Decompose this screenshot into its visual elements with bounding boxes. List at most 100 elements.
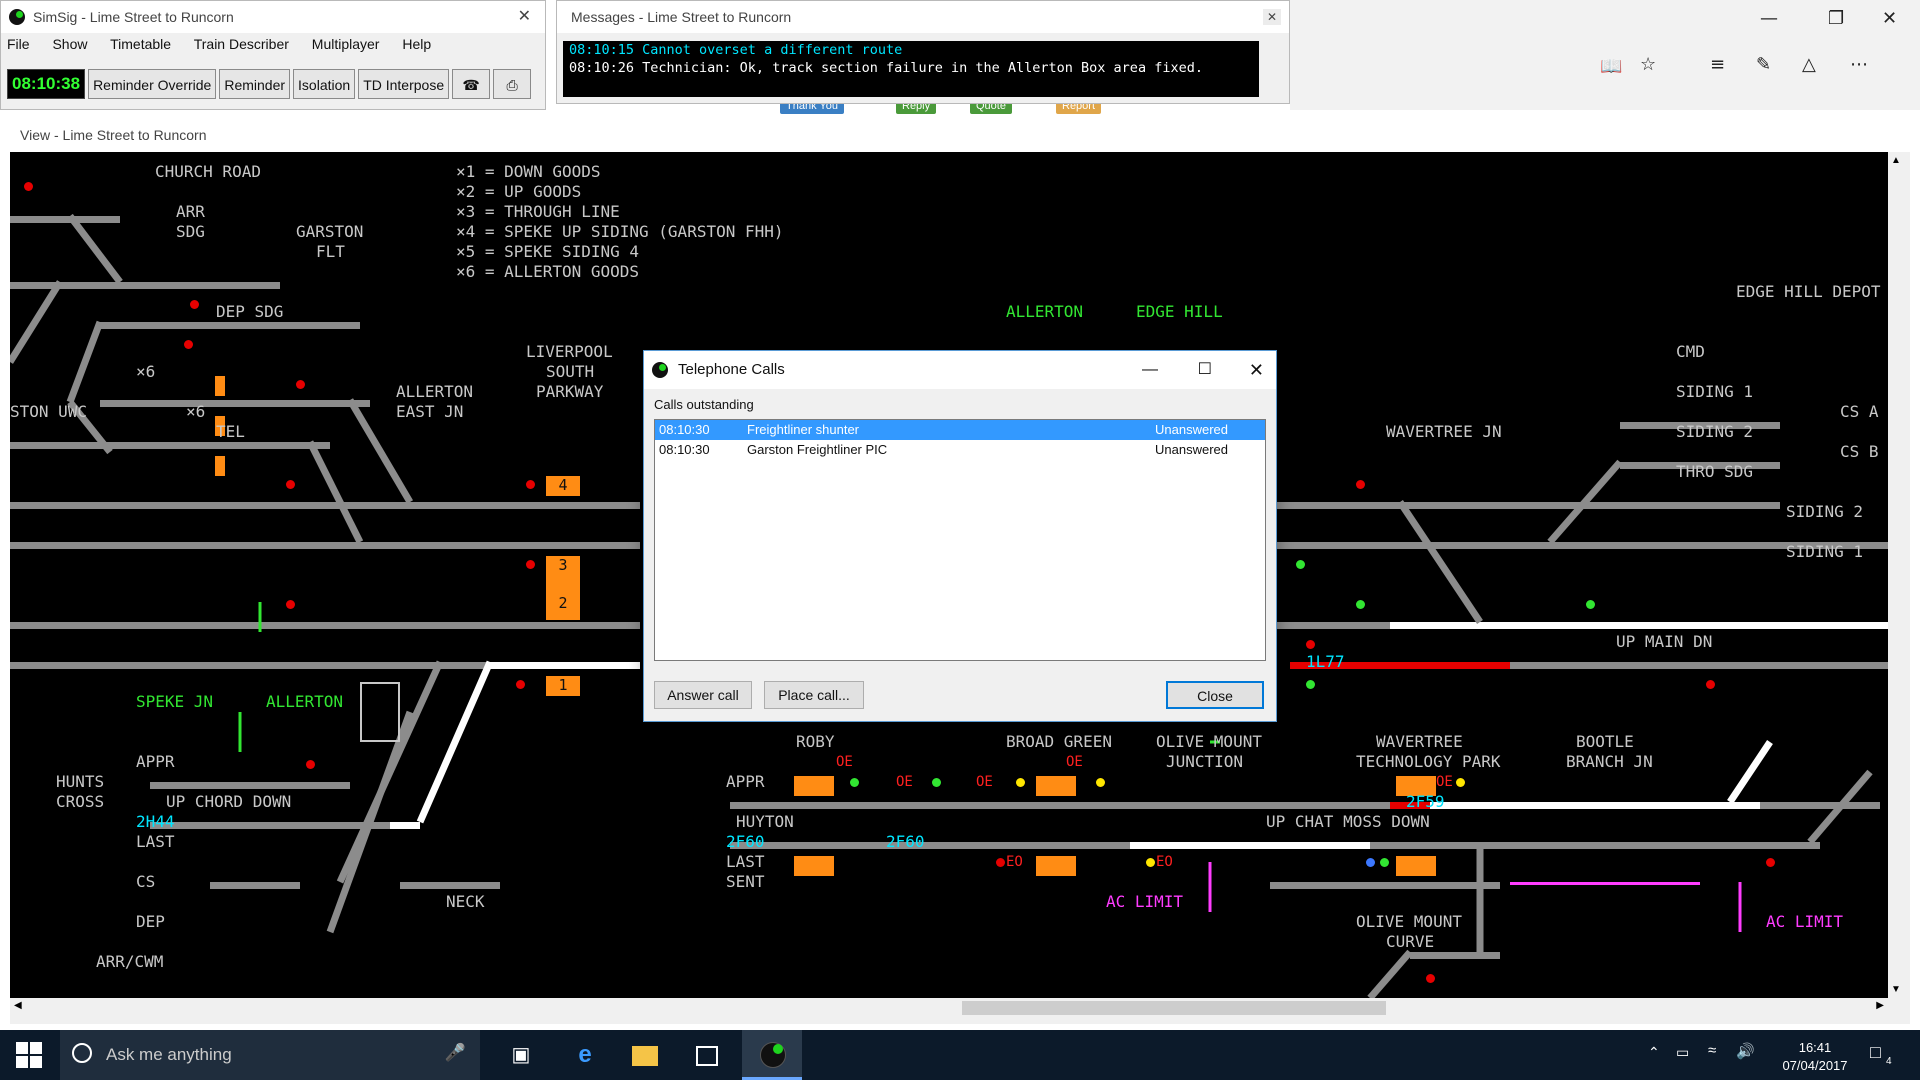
close-button[interactable]: Close	[1166, 681, 1264, 709]
signal-red[interactable]	[526, 480, 535, 489]
signal-red[interactable]	[1706, 680, 1715, 689]
signal-green[interactable]	[1586, 600, 1595, 609]
signal-red[interactable]	[184, 340, 193, 349]
minimize-icon[interactable]: —	[1142, 351, 1158, 389]
print-icon[interactable]: ⎙	[493, 69, 532, 99]
platform	[215, 456, 225, 476]
signal-red[interactable]	[996, 858, 1005, 867]
level-crossing-box[interactable]	[360, 682, 400, 742]
sim-clock[interactable]: 08:10:38	[7, 69, 86, 99]
signal-red[interactable]	[1356, 480, 1365, 489]
reading-view-icon[interactable]: 📖	[1600, 56, 1622, 77]
place-call-button[interactable]: Place call...	[764, 681, 864, 709]
menu-multiplayer[interactable]: Multiplayer	[312, 36, 380, 52]
clock-time[interactable]: 16:41	[1770, 1040, 1860, 1055]
train-describer[interactable]: 2H44	[136, 812, 175, 832]
call-time: 08:10:30	[659, 422, 710, 437]
microphone-icon[interactable]: 🎤	[445, 1043, 466, 1063]
hub-icon[interactable]: ≡	[1710, 54, 1725, 75]
call-caller: Garston Freightliner PIC	[747, 442, 888, 457]
horizontal-scrollbar[interactable]: ◀ ▶	[10, 998, 1888, 1018]
signal-red[interactable]	[190, 300, 199, 309]
web-note-icon[interactable]: ✎	[1756, 54, 1771, 75]
menu-show[interactable]: Show	[52, 36, 87, 52]
messages-scrollbar[interactable]	[1259, 41, 1275, 97]
more-icon[interactable]: ⋯	[1850, 54, 1868, 75]
signal-green[interactable]	[850, 778, 859, 787]
close-icon[interactable]: ✕	[1882, 8, 1897, 29]
menu-help[interactable]: Help	[402, 36, 431, 52]
signal-green[interactable]	[1296, 560, 1305, 569]
td-interpose-button[interactable]: TD Interpose	[358, 69, 450, 99]
calls-list[interactable]: 08:10:30 Freightliner shunter Unanswered…	[654, 419, 1266, 661]
phone-icon[interactable]: ☎	[452, 69, 491, 99]
maximize-icon[interactable]: ☐	[1198, 351, 1212, 389]
vertical-scrollbar[interactable]: ▲ ▼	[1888, 152, 1910, 998]
train-describer[interactable]: 2F60	[726, 832, 765, 852]
answer-call-button[interactable]: Answer call	[654, 681, 752, 709]
favorite-star-icon[interactable]: ☆	[1640, 54, 1656, 75]
signal-red[interactable]	[24, 182, 33, 191]
close-icon[interactable]: ✕	[1249, 351, 1264, 389]
reminder-override-button[interactable]: Reminder Override	[88, 69, 217, 99]
chevron-up-icon[interactable]: ⌃	[1648, 1044, 1660, 1061]
restore-icon[interactable]: ❐	[1828, 8, 1844, 29]
scroll-right-icon[interactable]: ▶	[1876, 1000, 1884, 1011]
oe-marker: OE	[836, 754, 853, 770]
store-icon[interactable]	[692, 1040, 722, 1070]
search-input[interactable]: Ask me anything 🎤	[60, 1030, 480, 1080]
signal-yellow[interactable]	[1016, 778, 1025, 787]
signal-green[interactable]	[1306, 680, 1315, 689]
signal-yellow[interactable]	[1096, 778, 1105, 787]
file-explorer-icon[interactable]	[630, 1040, 660, 1070]
signal-green[interactable]	[1380, 858, 1389, 867]
isolation-button[interactable]: Isolation	[293, 69, 356, 99]
volume-icon[interactable]: 🔊	[1736, 1042, 1755, 1060]
clock-date[interactable]: 07/04/2017	[1770, 1058, 1860, 1073]
location-label: BRANCH JN	[1566, 752, 1653, 771]
scroll-up-icon[interactable]: ▲	[1891, 155, 1901, 166]
menu-timetable[interactable]: Timetable	[110, 36, 171, 52]
reminder-button[interactable]: Reminder	[219, 69, 291, 99]
train-describer[interactable]: 1L77	[1306, 652, 1345, 672]
signal-red[interactable]	[1306, 640, 1315, 649]
call-row[interactable]: 08:10:30 Garston Freightliner PIC Unansw…	[655, 440, 1265, 460]
signal-red[interactable]	[526, 560, 535, 569]
signal-blue[interactable]	[1366, 858, 1375, 867]
horizontal-scroll-thumb[interactable]	[962, 1001, 1386, 1015]
location-label: ARR	[176, 202, 205, 221]
message-line: 08:10:15 Cannot overset a different rout…	[569, 42, 903, 58]
call-row[interactable]: 08:10:30 Freightliner shunter Unanswered	[655, 420, 1265, 440]
notifications-icon[interactable]: □	[1870, 1042, 1881, 1063]
edge-browser-icon[interactable]: e	[570, 1040, 600, 1070]
task-view-icon[interactable]: ▣	[506, 1040, 536, 1070]
windows-start-icon[interactable]	[16, 1042, 42, 1068]
signal-red[interactable]	[286, 480, 295, 489]
train-describer[interactable]: 2F59	[1406, 792, 1445, 812]
menu-bar: File Show Timetable Train Describer Mult…	[1, 33, 545, 55]
signal-red[interactable]	[516, 680, 525, 689]
location-label: CS A	[1840, 402, 1879, 421]
battery-icon[interactable]: ▭	[1676, 1044, 1689, 1061]
menu-train-describer[interactable]: Train Describer	[194, 36, 289, 52]
signal-green[interactable]	[1356, 600, 1365, 609]
minimize-icon[interactable]: —	[1760, 8, 1778, 29]
close-icon[interactable]: ✕	[1263, 9, 1281, 25]
signal-yellow[interactable]	[1456, 778, 1465, 787]
scroll-down-icon[interactable]: ▼	[1891, 984, 1901, 995]
signal-red[interactable]	[1766, 858, 1775, 867]
menu-file[interactable]: File	[7, 36, 30, 52]
signal-red[interactable]	[296, 380, 305, 389]
signal-yellow[interactable]	[1146, 858, 1155, 867]
close-icon[interactable]: ✕	[518, 1, 531, 33]
signal-red[interactable]	[1426, 974, 1435, 983]
signal-red[interactable]	[286, 600, 295, 609]
signal-red[interactable]	[306, 760, 315, 769]
share-icon[interactable]: △	[1802, 54, 1816, 75]
simsig-taskbar-icon[interactable]	[742, 1030, 802, 1080]
train-describer[interactable]: 2F60	[886, 832, 925, 852]
signal-green[interactable]	[932, 778, 941, 787]
scroll-left-icon[interactable]: ◀	[14, 1000, 22, 1011]
phone-title: Telephone Calls	[678, 361, 785, 378]
wifi-icon[interactable]: ≈	[1708, 1042, 1716, 1059]
